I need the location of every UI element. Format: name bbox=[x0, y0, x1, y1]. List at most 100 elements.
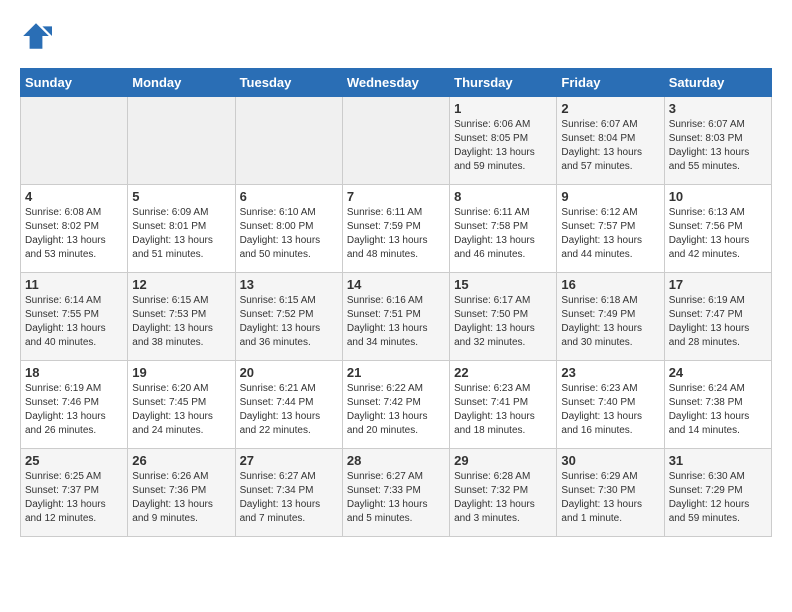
calendar-cell: 12 Sunrise: 6:15 AM Sunset: 7:53 PM Dayli… bbox=[128, 273, 235, 361]
calendar-cell: 5Sunrise: 6:09 AM Sunset: 8:01 PM Daylig… bbox=[128, 185, 235, 273]
cell-info: Sunrise: 6:19 AM Sunset: 7:46 PM Dayligh… bbox=[25, 382, 123, 438]
cell-info: Sunrise: 6:19 AM Sunset: 7:47 PM Dayligh… bbox=[669, 294, 767, 350]
day-number: 4 bbox=[25, 189, 123, 204]
calendar-cell: 26Sunrise: 6:26 AM Sunset: 7:36 PM Dayli… bbox=[128, 449, 235, 537]
cell-info: Sunrise: 6:06 AM Sunset: 8:05 PM Dayligh… bbox=[454, 118, 552, 174]
calendar-cell: 20 Sunrise: 6:21 AM Sunset: 7:44 PM Dayli… bbox=[235, 361, 342, 449]
day-number: 10 bbox=[669, 189, 767, 204]
day-number: 15 bbox=[454, 277, 552, 292]
cell-info: Sunrise: 6:15 AM Sunset: 7:53 PM Dayligh… bbox=[132, 294, 230, 350]
day-number: 22 bbox=[454, 365, 552, 380]
calendar-cell: 27 Sunrise: 6:27 AM Sunset: 7:34 PM Dayli… bbox=[235, 449, 342, 537]
calendar-table: SundayMondayTuesdayWednesdayThursdayFrid… bbox=[20, 68, 772, 537]
day-number: 13 bbox=[240, 277, 338, 292]
cell-info: Sunrise: 6:10 AM Sunset: 8:00 PM Dayligh… bbox=[240, 206, 338, 262]
day-number: 21 bbox=[347, 365, 445, 380]
calendar-cell: 10 Sunrise: 6:13 AM Sunset: 7:56 PM Dayli… bbox=[664, 185, 771, 273]
calendar-cell: 25 Sunrise: 6:25 AM Sunset: 7:37 PM Dayli… bbox=[21, 449, 128, 537]
calendar-cell: 19Sunrise: 6:20 AM Sunset: 7:45 PM Dayli… bbox=[128, 361, 235, 449]
day-number: 7 bbox=[347, 189, 445, 204]
calendar-cell: 16 Sunrise: 6:18 AM Sunset: 7:49 PM Dayli… bbox=[557, 273, 664, 361]
day-number: 29 bbox=[454, 453, 552, 468]
calendar-cell: 8Sunrise: 6:11 AM Sunset: 7:58 PM Daylig… bbox=[450, 185, 557, 273]
day-number: 9 bbox=[561, 189, 659, 204]
calendar-cell: 1 Sunrise: 6:06 AM Sunset: 8:05 PM Daylig… bbox=[450, 97, 557, 185]
cell-info: Sunrise: 6:07 AM Sunset: 8:03 PM Dayligh… bbox=[669, 118, 767, 174]
day-number: 25 bbox=[25, 453, 123, 468]
page-header bbox=[20, 20, 772, 52]
weekday-header-tuesday: Tuesday bbox=[235, 69, 342, 97]
cell-info: Sunrise: 6:24 AM Sunset: 7:38 PM Dayligh… bbox=[669, 382, 767, 438]
calendar-week-row: 11Sunrise: 6:14 AM Sunset: 7:55 PM Dayli… bbox=[21, 273, 772, 361]
day-number: 27 bbox=[240, 453, 338, 468]
day-number: 14 bbox=[347, 277, 445, 292]
calendar-cell: 4 Sunrise: 6:08 AM Sunset: 8:02 PM Daylig… bbox=[21, 185, 128, 273]
cell-info: Sunrise: 6:27 AM Sunset: 7:34 PM Dayligh… bbox=[240, 470, 338, 526]
cell-info: Sunrise: 6:11 AM Sunset: 7:58 PM Dayligh… bbox=[454, 206, 552, 262]
calendar-cell: 9 Sunrise: 6:12 AM Sunset: 7:57 PM Daylig… bbox=[557, 185, 664, 273]
calendar-cell: 31Sunrise: 6:30 AM Sunset: 7:29 PM Dayli… bbox=[664, 449, 771, 537]
calendar-cell bbox=[235, 97, 342, 185]
day-number: 11 bbox=[25, 277, 123, 292]
day-number: 2 bbox=[561, 101, 659, 116]
calendar-cell: 3 Sunrise: 6:07 AM Sunset: 8:03 PM Daylig… bbox=[664, 97, 771, 185]
cell-info: Sunrise: 6:25 AM Sunset: 7:37 PM Dayligh… bbox=[25, 470, 123, 526]
calendar-cell: 14 Sunrise: 6:16 AM Sunset: 7:51 PM Dayli… bbox=[342, 273, 449, 361]
cell-info: Sunrise: 6:28 AM Sunset: 7:32 PM Dayligh… bbox=[454, 470, 552, 526]
calendar-cell bbox=[342, 97, 449, 185]
calendar-header: SundayMondayTuesdayWednesdayThursdayFrid… bbox=[21, 69, 772, 97]
day-number: 20 bbox=[240, 365, 338, 380]
day-number: 12 bbox=[132, 277, 230, 292]
cell-info: Sunrise: 6:20 AM Sunset: 7:45 PM Dayligh… bbox=[132, 382, 230, 438]
calendar-cell: 29 Sunrise: 6:28 AM Sunset: 7:32 PM Dayli… bbox=[450, 449, 557, 537]
calendar-cell: 21Sunrise: 6:22 AM Sunset: 7:42 PM Dayli… bbox=[342, 361, 449, 449]
cell-info: Sunrise: 6:13 AM Sunset: 7:56 PM Dayligh… bbox=[669, 206, 767, 262]
calendar-cell: 2 Sunrise: 6:07 AM Sunset: 8:04 PM Daylig… bbox=[557, 97, 664, 185]
weekday-header-thursday: Thursday bbox=[450, 69, 557, 97]
cell-info: Sunrise: 6:17 AM Sunset: 7:50 PM Dayligh… bbox=[454, 294, 552, 350]
day-number: 5 bbox=[132, 189, 230, 204]
calendar-week-row: 1 Sunrise: 6:06 AM Sunset: 8:05 PM Daylig… bbox=[21, 97, 772, 185]
calendar-cell: 22 Sunrise: 6:23 AM Sunset: 7:41 PM Dayli… bbox=[450, 361, 557, 449]
day-number: 23 bbox=[561, 365, 659, 380]
cell-info: Sunrise: 6:15 AM Sunset: 7:52 PM Dayligh… bbox=[240, 294, 338, 350]
day-number: 3 bbox=[669, 101, 767, 116]
calendar-cell: 24Sunrise: 6:24 AM Sunset: 7:38 PM Dayli… bbox=[664, 361, 771, 449]
cell-info: Sunrise: 6:21 AM Sunset: 7:44 PM Dayligh… bbox=[240, 382, 338, 438]
calendar-cell: 30Sunrise: 6:29 AM Sunset: 7:30 PM Dayli… bbox=[557, 449, 664, 537]
day-number: 17 bbox=[669, 277, 767, 292]
day-number: 18 bbox=[25, 365, 123, 380]
calendar-cell bbox=[21, 97, 128, 185]
calendar-week-row: 25 Sunrise: 6:25 AM Sunset: 7:37 PM Dayli… bbox=[21, 449, 772, 537]
weekday-header-friday: Friday bbox=[557, 69, 664, 97]
cell-info: Sunrise: 6:23 AM Sunset: 7:41 PM Dayligh… bbox=[454, 382, 552, 438]
calendar-cell: 13 Sunrise: 6:15 AM Sunset: 7:52 PM Dayli… bbox=[235, 273, 342, 361]
calendar-cell: 15 Sunrise: 6:17 AM Sunset: 7:50 PM Dayli… bbox=[450, 273, 557, 361]
weekday-header-wednesday: Wednesday bbox=[342, 69, 449, 97]
calendar-cell: 11Sunrise: 6:14 AM Sunset: 7:55 PM Dayli… bbox=[21, 273, 128, 361]
cell-info: Sunrise: 6:23 AM Sunset: 7:40 PM Dayligh… bbox=[561, 382, 659, 438]
cell-info: Sunrise: 6:11 AM Sunset: 7:59 PM Dayligh… bbox=[347, 206, 445, 262]
weekday-row: SundayMondayTuesdayWednesdayThursdayFrid… bbox=[21, 69, 772, 97]
weekday-header-sunday: Sunday bbox=[21, 69, 128, 97]
day-number: 16 bbox=[561, 277, 659, 292]
day-number: 30 bbox=[561, 453, 659, 468]
day-number: 28 bbox=[347, 453, 445, 468]
calendar-cell: 28 Sunrise: 6:27 AM Sunset: 7:33 PM Dayli… bbox=[342, 449, 449, 537]
day-number: 6 bbox=[240, 189, 338, 204]
cell-info: Sunrise: 6:18 AM Sunset: 7:49 PM Dayligh… bbox=[561, 294, 659, 350]
cell-info: Sunrise: 6:27 AM Sunset: 7:33 PM Dayligh… bbox=[347, 470, 445, 526]
calendar-body: 1 Sunrise: 6:06 AM Sunset: 8:05 PM Daylig… bbox=[21, 97, 772, 537]
calendar-cell: 6 Sunrise: 6:10 AM Sunset: 8:00 PM Daylig… bbox=[235, 185, 342, 273]
calendar-cell: 17 Sunrise: 6:19 AM Sunset: 7:47 PM Dayli… bbox=[664, 273, 771, 361]
weekday-header-monday: Monday bbox=[128, 69, 235, 97]
calendar-cell bbox=[128, 97, 235, 185]
day-number: 26 bbox=[132, 453, 230, 468]
cell-info: Sunrise: 6:07 AM Sunset: 8:04 PM Dayligh… bbox=[561, 118, 659, 174]
cell-info: Sunrise: 6:12 AM Sunset: 7:57 PM Dayligh… bbox=[561, 206, 659, 262]
day-number: 1 bbox=[454, 101, 552, 116]
day-number: 31 bbox=[669, 453, 767, 468]
calendar-week-row: 18 Sunrise: 6:19 AM Sunset: 7:46 PM Dayli… bbox=[21, 361, 772, 449]
cell-info: Sunrise: 6:08 AM Sunset: 8:02 PM Dayligh… bbox=[25, 206, 123, 262]
cell-info: Sunrise: 6:16 AM Sunset: 7:51 PM Dayligh… bbox=[347, 294, 445, 350]
